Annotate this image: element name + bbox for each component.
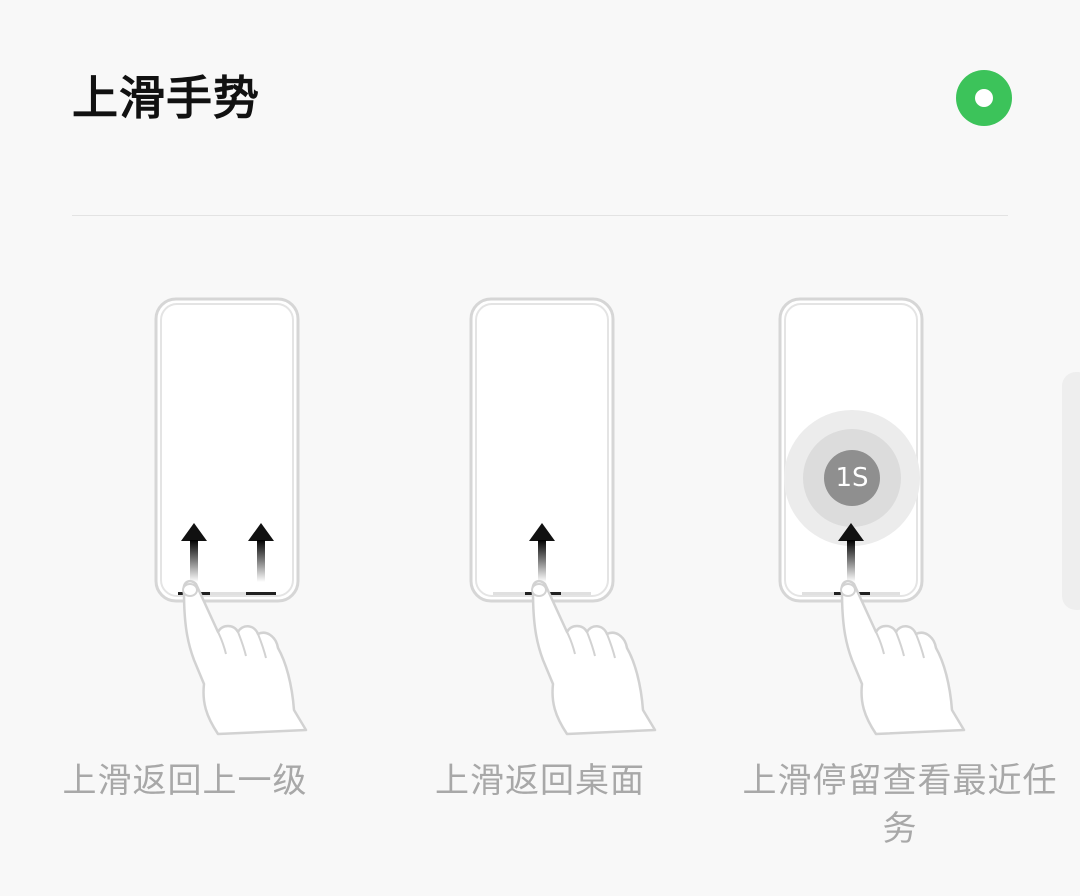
caption-swipe-home: 上滑返回桌面 bbox=[435, 761, 645, 801]
illustration-swipe-home bbox=[433, 290, 663, 750]
option-title: 上滑手势 bbox=[72, 71, 260, 125]
radio-button-selected[interactable] bbox=[956, 70, 1012, 126]
caption-swipe-back: 上滑返回上一级 bbox=[62, 761, 308, 801]
hold-duration-badge: 1S bbox=[835, 463, 869, 493]
illustration-swipe-back bbox=[118, 290, 348, 750]
radio-dot-icon bbox=[975, 89, 993, 107]
divider bbox=[72, 215, 1008, 216]
gesture-option-header[interactable]: 上滑手势 bbox=[0, 0, 1080, 200]
illustration-swipe-hold-recents: 1S bbox=[742, 290, 972, 750]
phone-swipe-two-arrows-icon bbox=[154, 297, 308, 736]
phone-swipe-one-arrow-icon bbox=[469, 297, 657, 736]
edge-panel-handle[interactable] bbox=[1062, 372, 1080, 610]
caption-swipe-hold-recents: 上滑停留查看最近任务 bbox=[742, 761, 1058, 849]
phone-swipe-hold-icon bbox=[778, 297, 966, 736]
